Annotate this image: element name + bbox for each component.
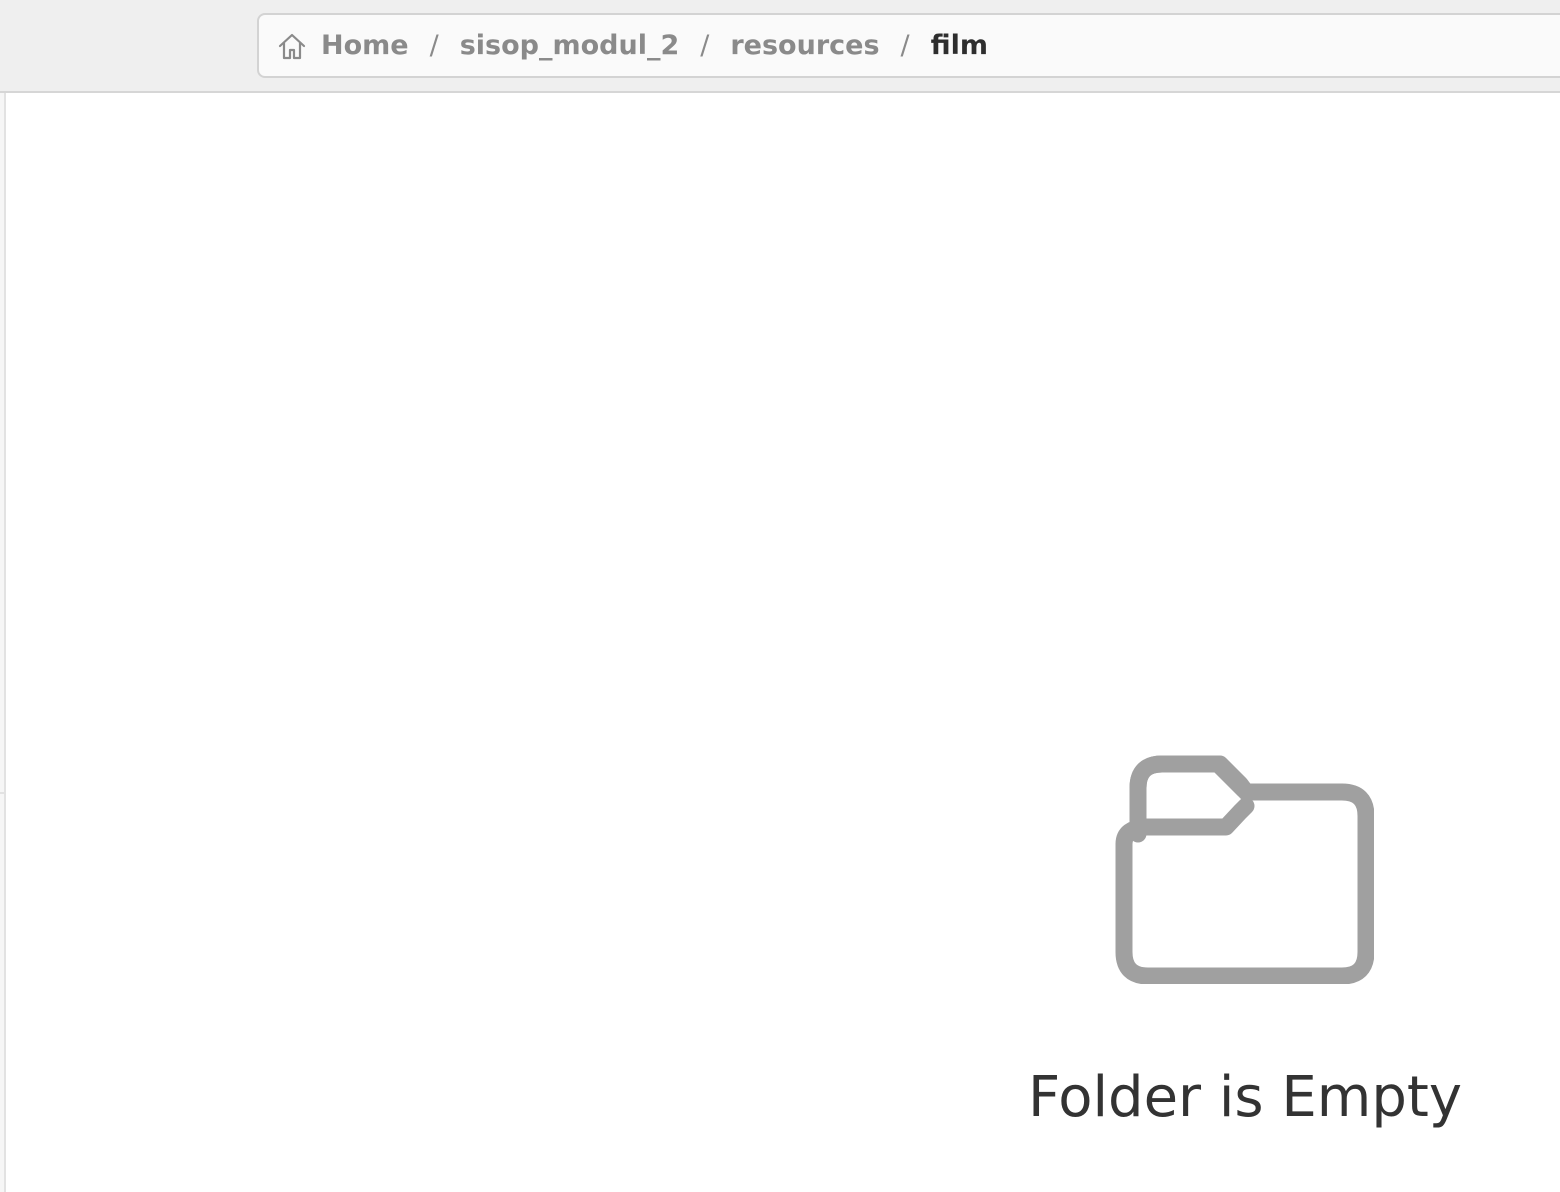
sidebar-divider: [0, 792, 6, 794]
empty-state: Folder is Empty: [1000, 740, 1490, 1160]
breadcrumb[interactable]: Home / sisop_modul_2 / resources / film: [257, 13, 1560, 78]
breadcrumb-label-sisop-modul-2: sisop_modul_2: [459, 30, 680, 61]
breadcrumb-label-home: Home: [321, 30, 409, 61]
sidebar-edge: [0, 93, 6, 1192]
empty-folder-message: Folder is Empty: [1028, 1065, 1462, 1130]
file-manager-window: Home / sisop_modul_2 / resources / film …: [0, 0, 1560, 1192]
header-bar: Home / sisop_modul_2 / resources / film: [0, 0, 1560, 93]
breadcrumb-label-resources: resources: [730, 30, 880, 61]
breadcrumb-separator: /: [900, 30, 910, 61]
breadcrumb-separator: /: [700, 30, 710, 61]
breadcrumb-item-resources[interactable]: resources: [730, 30, 879, 61]
breadcrumb-item-home[interactable]: Home: [277, 30, 409, 61]
breadcrumb-separator: /: [429, 30, 439, 61]
home-icon: [278, 33, 306, 59]
breadcrumb-item-film[interactable]: film: [931, 30, 988, 61]
folder-icon: [1115, 755, 1374, 984]
breadcrumb-item-sisop-modul-2[interactable]: sisop_modul_2: [460, 30, 680, 61]
breadcrumb-label-film: film: [930, 30, 989, 61]
